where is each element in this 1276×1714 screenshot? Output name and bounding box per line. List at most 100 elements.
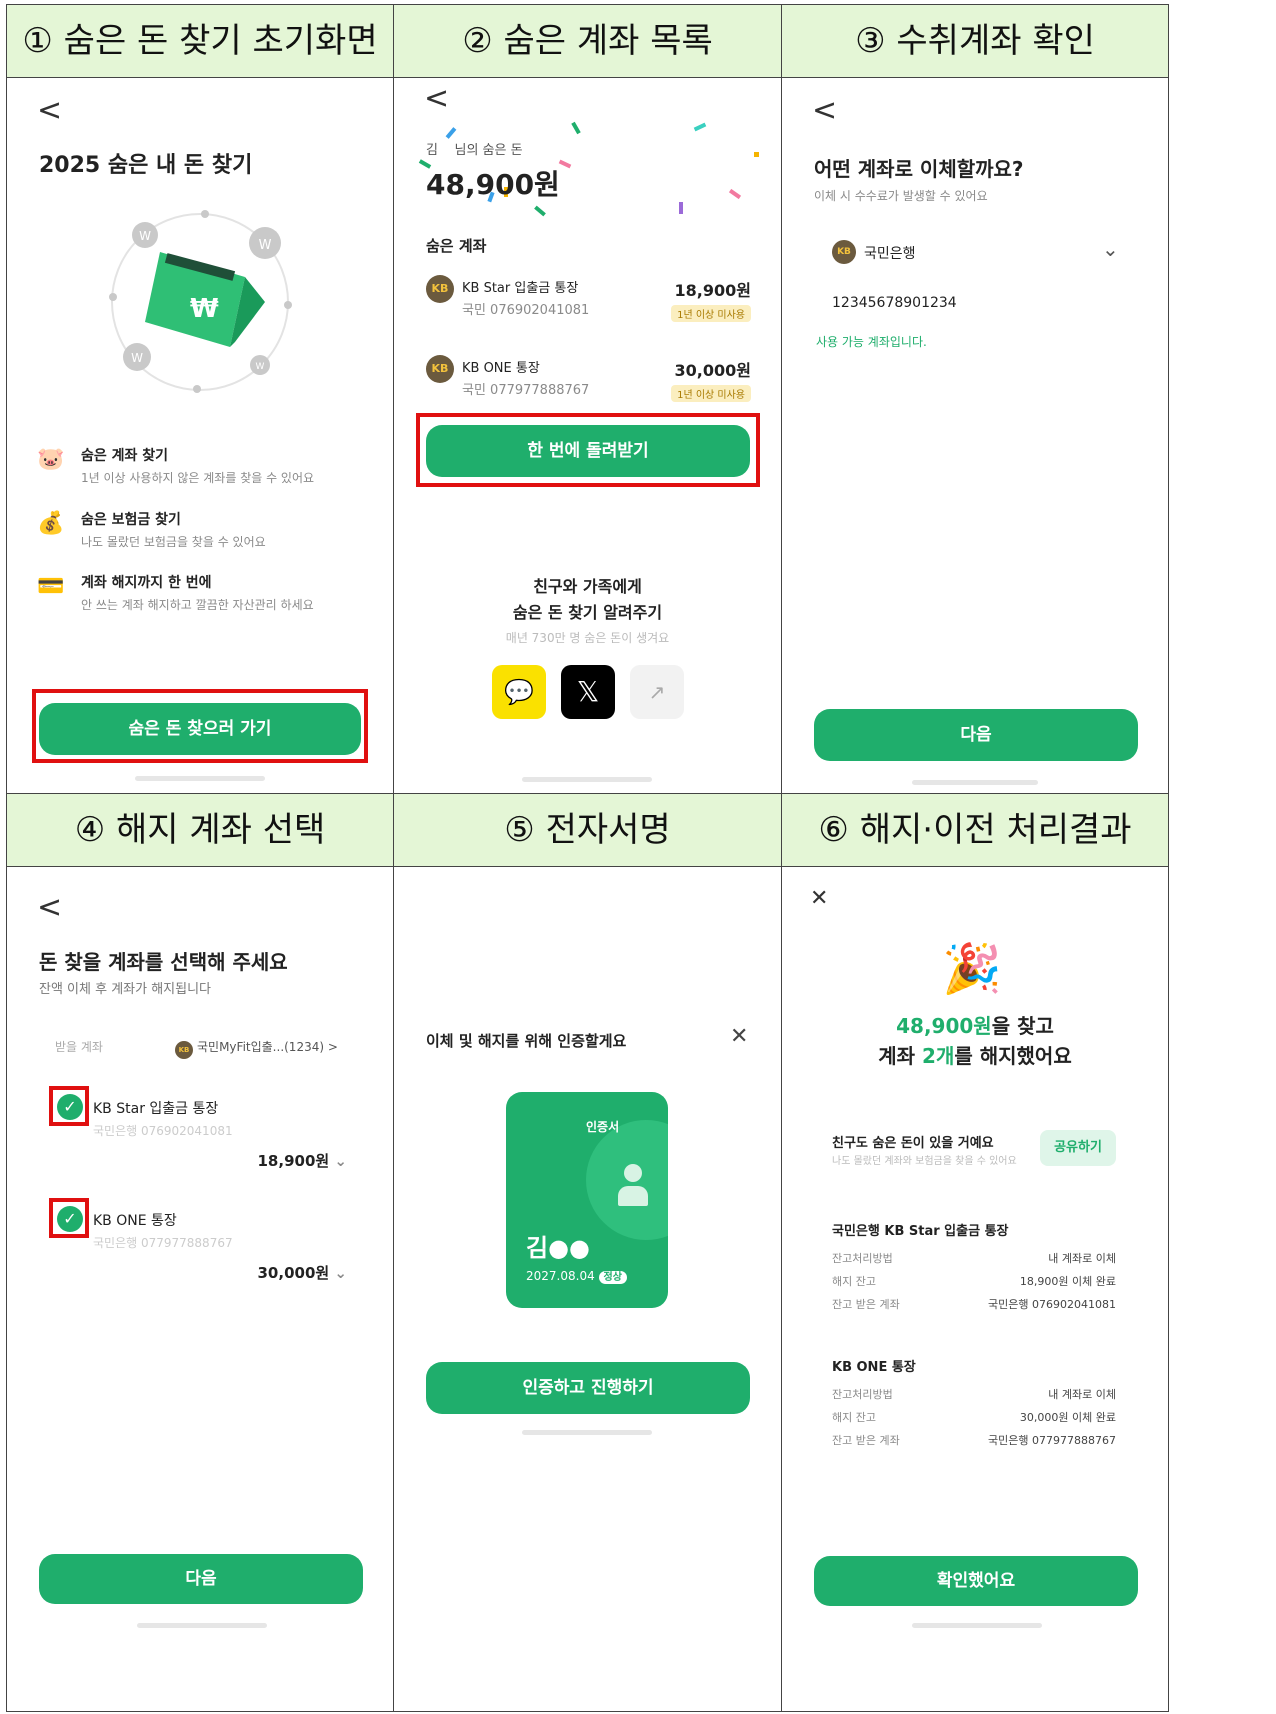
person-icon bbox=[618, 1164, 648, 1206]
certificate-name: 김●● bbox=[526, 1234, 590, 1262]
account-name: KB Star 입출금 통장 bbox=[93, 1101, 219, 1117]
kakaotalk-icon[interactable]: 💬 bbox=[492, 665, 546, 719]
panel-2: ② 숨은 계좌 목록 < 김 님의 숨은 돈 48,900원 숨은 계좌 KB bbox=[393, 4, 782, 794]
result-line-2: 계좌 2개를 해지했어요 bbox=[878, 1044, 1072, 1068]
account-number: 국민 076902041081 bbox=[462, 303, 590, 318]
result-label: 잔고 받은 계좌 bbox=[832, 1298, 900, 1311]
result-value: 18,900원 이체 완료 bbox=[1019, 1275, 1116, 1288]
screenshot-grid: ① 숨은 돈 찾기 초기화면 < 2025 숨은 내 돈 찾기 W W W W … bbox=[6, 4, 1274, 1712]
highlight-box bbox=[49, 1086, 89, 1126]
screen-6: ✕ 🎉 48,900원을 찾고 계좌 2개를 해지했어요 친구도 숨은 돈이 있… bbox=[782, 866, 1168, 1711]
share-title-2: 숨은 돈 찾기 알려주기 bbox=[512, 603, 663, 622]
money-bag-icon: 💰 bbox=[37, 511, 65, 536]
back-icon[interactable]: < bbox=[812, 93, 837, 128]
dormant-tag: 1년 이상 미사용 bbox=[671, 383, 751, 402]
account-number: 국민은행 076902041081 bbox=[93, 1124, 233, 1138]
svg-text:W: W bbox=[259, 238, 272, 253]
panel-6: ⑥ 해지·이전 처리결과 ✕ 🎉 48,900원을 찾고 계좌 2개를 해지했어… bbox=[781, 793, 1169, 1712]
piggy-icon: 🐷 bbox=[37, 447, 65, 472]
panel-3: ③ 수취계좌 확인 < 어떤 계좌로 이체할까요? 이체 시 수수료가 발생할 … bbox=[781, 4, 1169, 794]
share-desc: 나도 몰랐던 계좌와 보험금을 찾을 수 있어요 bbox=[832, 1156, 1017, 1167]
highlight-box bbox=[416, 413, 760, 487]
feature-title: 계좌 해지까지 한 번에 bbox=[81, 575, 212, 591]
x-icon[interactable]: 𝕏 bbox=[561, 665, 615, 719]
back-icon[interactable]: < bbox=[424, 81, 449, 116]
kb-logo-icon: KB bbox=[426, 275, 454, 303]
share-link-icon[interactable]: ↗ bbox=[630, 665, 684, 719]
result-label: 잔고 받은 계좌 bbox=[832, 1434, 900, 1447]
page-title: 2025 숨은 내 돈 찾기 bbox=[39, 153, 253, 178]
authenticate-button[interactable]: 인증하고 진행하기 bbox=[426, 1362, 750, 1414]
highlight-box bbox=[32, 689, 368, 763]
account-number-input[interactable]: 12345678901234 bbox=[832, 295, 957, 311]
greeting-text: 김 님의 숨은 돈 bbox=[426, 143, 523, 158]
result-label: 해지 잔고 bbox=[832, 1275, 876, 1288]
chevron-down-icon[interactable]: ⌄ bbox=[334, 1152, 347, 1170]
home-indicator bbox=[135, 776, 265, 781]
chevron-down-icon[interactable]: ⌄ bbox=[334, 1264, 347, 1282]
svg-text:W: W bbox=[139, 229, 151, 243]
kb-logo-icon: KB bbox=[175, 1037, 193, 1059]
result-value: 내 계좌로 이체 bbox=[1048, 1388, 1116, 1401]
panel-4-header: ④ 해지 계좌 선택 bbox=[7, 794, 393, 867]
close-icon[interactable]: ✕ bbox=[730, 1024, 748, 1049]
share-desc: 매년 730만 명 숨은 돈이 생겨요 bbox=[505, 631, 670, 645]
dormant-tag: 1년 이상 미사용 bbox=[671, 303, 751, 322]
validation-message: 사용 가능 계좌입니다. bbox=[816, 335, 927, 349]
home-indicator bbox=[912, 780, 1038, 785]
account-number: 국민 077977888767 bbox=[462, 383, 590, 398]
section-title: 숨은 계좌 bbox=[426, 237, 487, 255]
page-title: 어떤 계좌로 이체할까요? bbox=[814, 157, 1024, 181]
account-number: 국민은행 077977888767 bbox=[93, 1236, 233, 1250]
kb-logo-icon: KB bbox=[832, 239, 856, 264]
feature-desc: 나도 몰랐던 보험금을 찾을 수 있어요 bbox=[81, 535, 266, 549]
account-name: KB ONE 통장 bbox=[93, 1213, 177, 1229]
feature-desc: 1년 이상 사용하지 않은 계좌를 찾을 수 있어요 bbox=[81, 471, 315, 485]
panel-3-header: ③ 수취계좌 확인 bbox=[782, 5, 1168, 78]
feature-title: 숨은 보험금 찾기 bbox=[81, 512, 181, 528]
certificate-label: 인증서 bbox=[586, 1120, 620, 1134]
auth-title: 이체 및 해지를 위해 인증할게요 bbox=[426, 1032, 627, 1050]
panel-2-header: ② 숨은 계좌 목록 bbox=[394, 5, 781, 78]
page-title: 돈 찾을 계좌를 선택해 주세요 bbox=[39, 950, 288, 974]
home-indicator bbox=[912, 1623, 1042, 1628]
panel-1-header: ① 숨은 돈 찾기 초기화면 bbox=[7, 5, 393, 78]
feature-desc: 안 쓰는 계좌 해지하고 깔끔한 자산관리 하세요 bbox=[81, 598, 314, 612]
share-button[interactable]: 공유하기 bbox=[1040, 1130, 1116, 1166]
panel-6-header: ⑥ 해지·이전 처리결과 bbox=[782, 794, 1168, 867]
result-line-1: 48,900원을 찾고 bbox=[896, 1014, 1054, 1038]
result-label: 잔고처리방법 bbox=[832, 1252, 893, 1265]
panel-4: ④ 해지 계좌 선택 < 돈 찾을 계좌를 선택해 주세요 잔액 이체 후 계좌… bbox=[6, 793, 394, 1712]
panel-1: ① 숨은 돈 찾기 초기화면 < 2025 숨은 내 돈 찾기 W W W W … bbox=[6, 4, 394, 794]
page-subtitle: 이체 시 수수료가 발생할 수 있어요 bbox=[814, 189, 988, 203]
home-indicator bbox=[137, 1623, 267, 1628]
back-icon[interactable]: < bbox=[37, 890, 62, 925]
certificate-card[interactable]: 인증서 김●● 2027.08.04 정상 bbox=[506, 1092, 668, 1308]
share-title: 친구도 숨은 돈이 있을 거예요 bbox=[832, 1136, 994, 1151]
svg-text:W: W bbox=[131, 351, 143, 365]
page-subtitle: 잔액 이체 후 계좌가 해지됩니다 bbox=[39, 982, 212, 997]
result-title: 국민은행 KB Star 입출금 통장 bbox=[832, 1224, 1009, 1239]
party-popper-icon: 🎉 bbox=[942, 941, 1002, 997]
result-label: 잔고처리방법 bbox=[832, 1388, 893, 1401]
back-icon[interactable]: < bbox=[37, 93, 62, 128]
screen-5: 이체 및 해지를 위해 인증할게요 ✕ 인증서 김●● 2027.08.04 정… bbox=[394, 866, 781, 1711]
next-button[interactable]: 다음 bbox=[814, 709, 1138, 761]
wallet-illustration: W W W W ₩ bbox=[109, 210, 292, 393]
result-value: 국민은행 076902041081 bbox=[988, 1298, 1116, 1311]
certificate-date: 2027.08.04 정상 bbox=[526, 1268, 627, 1284]
panel-5-header: ⑤ 전자서명 bbox=[394, 794, 781, 867]
receive-account-value[interactable]: 국민MyFit입출...(1234) > bbox=[197, 1038, 338, 1055]
screen-4: < 돈 찾을 계좌를 선택해 주세요 잔액 이체 후 계좌가 해지됩니다 받을 … bbox=[7, 866, 393, 1711]
feature-title: 숨은 계좌 찾기 bbox=[81, 448, 169, 464]
confirm-button[interactable]: 확인했어요 bbox=[814, 1556, 1138, 1606]
chevron-down-icon[interactable]: ⌄ bbox=[1102, 237, 1119, 261]
account-amount: 30,000원 ⌄ bbox=[257, 1264, 348, 1282]
bank-select[interactable]: 국민은행 bbox=[864, 243, 916, 263]
next-button[interactable]: 다음 bbox=[39, 1554, 363, 1604]
total-amount: 48,900원 bbox=[426, 168, 560, 201]
svg-text:₩: ₩ bbox=[190, 294, 219, 324]
kb-logo-icon: KB bbox=[426, 355, 454, 383]
screen-1: < 2025 숨은 내 돈 찾기 W W W W ₩ 🐷 숨은 계좌 찾기 1년… bbox=[7, 77, 393, 793]
close-icon[interactable]: ✕ bbox=[810, 886, 828, 911]
